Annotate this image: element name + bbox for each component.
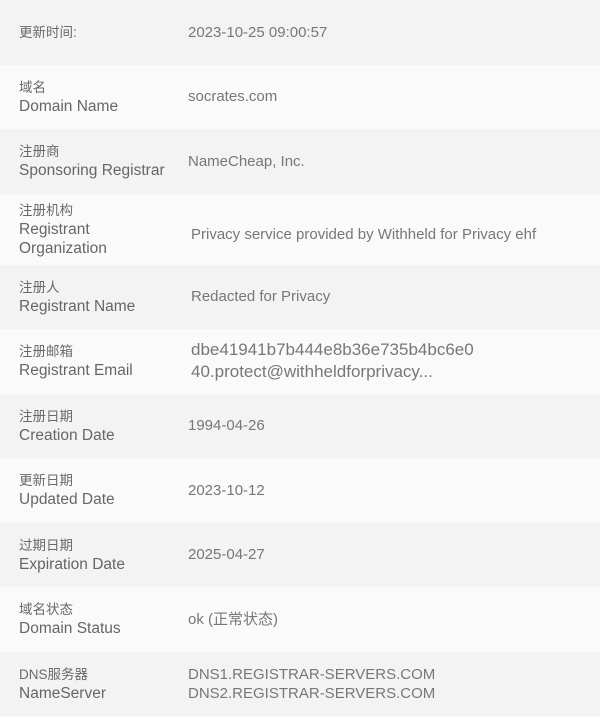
value: socrates.com bbox=[188, 88, 278, 106]
row-update-time: 更新时间: 2023-10-25 09:00:57 bbox=[0, 0, 600, 65]
row-registrant-email: 注册邮箱 Registrant Email dbe41941b7b444e8b36… bbox=[0, 329, 600, 394]
label: 注册人 Registrant Name bbox=[19, 279, 136, 315]
value: 2025-04-27 bbox=[188, 546, 265, 564]
label: 注册机构 Registrant Organization bbox=[19, 202, 107, 257]
value: Redacted for Privacy bbox=[191, 288, 331, 306]
value: Privacy service provided by Withheld for… bbox=[191, 225, 537, 243]
value: DNS1.REGISTRAR-SERVERS.COM DNS2.REGISTRAR… bbox=[188, 665, 436, 702]
value: NameCheap, Inc. bbox=[188, 152, 305, 170]
value: 1994-04-26 bbox=[188, 417, 265, 435]
label: 注册邮箱 Registrant Email bbox=[19, 344, 133, 380]
row-domain-status: 域名状态 Domain Status ok (正常状态) bbox=[0, 587, 600, 652]
label: 更新时间: bbox=[19, 24, 77, 40]
row-registrant-organization: 注册机构 Registrant Organization Privacy serv… bbox=[0, 193, 600, 265]
row-domain-name: 域名 Domain Name socrates.com bbox=[0, 64, 600, 129]
label: 过期日期 Expiration Date bbox=[19, 537, 125, 573]
label: 注册商 Sponsoring Registrar bbox=[19, 144, 165, 180]
row-expiration-date: 过期日期 Expiration Date 2025-04-27 bbox=[0, 522, 600, 587]
label: 域名状态 Domain Status bbox=[19, 602, 121, 638]
label: 更新日期 Updated Date bbox=[19, 473, 115, 509]
label: 域名 Domain Name bbox=[19, 79, 119, 115]
label: DNS服务器 NameServer bbox=[19, 666, 106, 702]
row-registrant-name: 注册人 Registrant Name Redacted for Privacy bbox=[0, 264, 600, 329]
row-creation-date: 注册日期 Creation Date 1994-04-26 bbox=[0, 393, 600, 458]
row-updated-date: 更新日期 Updated Date 2023-10-12 bbox=[0, 458, 600, 523]
value: ok (正常状态) bbox=[188, 610, 279, 628]
label: 注册日期 Creation Date bbox=[19, 408, 115, 444]
value: 2023-10-25 09:00:57 bbox=[188, 23, 328, 41]
whois-table: 更新时间: 2023-10-25 09:00:57 域名 Domain Name … bbox=[0, 0, 600, 716]
row-sponsoring-registrar: 注册商 Sponsoring Registrar NameCheap, Inc. bbox=[0, 129, 600, 194]
value: 2023-10-12 bbox=[188, 481, 265, 499]
row-nameserver: DNS服务器 NameServer DNS1.REGISTRAR-SERVERS.… bbox=[0, 651, 600, 716]
value: dbe41941b7b444e8b36e735b4bc6e0 40.protect… bbox=[191, 340, 474, 382]
